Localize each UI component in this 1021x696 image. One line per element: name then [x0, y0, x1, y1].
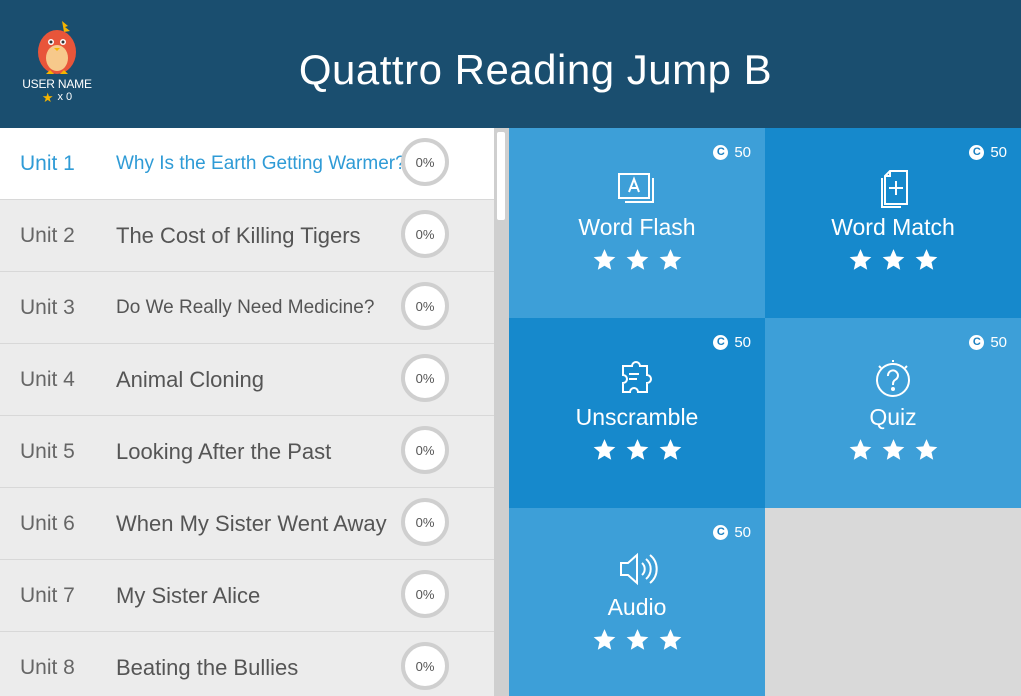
unit-number: Unit 8	[20, 656, 75, 679]
unit-title: Why Is the Earth Getting Warmer?	[116, 153, 406, 174]
puzzle-icon	[622, 361, 652, 393]
progress-ring: 0%	[401, 570, 449, 618]
unit-title: Do We Really Need Medicine?	[116, 297, 375, 318]
unit-number: Unit 3	[20, 296, 75, 319]
coin-icon: C	[969, 145, 985, 160]
unit-row-6[interactable]: Unit 6 When My Sister Went Away 0%	[0, 488, 494, 560]
unit-title: Animal Cloning	[116, 367, 264, 392]
star-icon	[659, 249, 681, 270]
unit-title: The Cost of Killing Tigers	[116, 223, 361, 248]
coin-icon: C	[713, 145, 729, 160]
unit-title: My Sister Alice	[116, 583, 261, 608]
unit-row-1[interactable]: Unit 1 Why Is the Earth Getting Warmer? …	[0, 128, 494, 200]
activity-audio[interactable]: C 50 Audio	[509, 508, 765, 696]
coin-reward: C 50	[969, 144, 1007, 161]
star-rating	[765, 437, 1021, 463]
unit-list: Unit 1 Why Is the Earth Getting Warmer? …	[0, 128, 494, 696]
unit-row-3[interactable]: Unit 3 Do We Really Need Medicine? 0%	[0, 272, 494, 344]
progress-ring: 0%	[401, 426, 449, 474]
coin-value: 50	[734, 334, 751, 351]
progress-ring: 0%	[401, 498, 449, 546]
activity-quiz[interactable]: C 50 Quiz	[765, 318, 1021, 508]
unit-row-2[interactable]: Unit 2 The Cost of Killing Tigers 0%	[0, 200, 494, 272]
star-rating	[765, 247, 1021, 273]
page-title: Quattro Reading Jump B	[298, 46, 773, 93]
activity-word-flash[interactable]: C 50 Word Flash	[509, 128, 765, 318]
star-icon	[659, 629, 681, 650]
unit-row-4[interactable]: Unit 4 Animal Cloning 0%	[0, 344, 494, 416]
user-star-count: ★ x 0	[18, 91, 96, 104]
star-icon	[593, 439, 615, 460]
unit-row-8[interactable]: Unit 8 Beating the Bullies 0%	[0, 632, 494, 696]
coin-value: 50	[734, 524, 751, 541]
coin-reward: C 50	[713, 334, 751, 351]
progress-ring: 0%	[401, 282, 449, 330]
unit-number: Unit 5	[20, 440, 75, 463]
scroll-thumb[interactable]	[497, 132, 505, 220]
star-icon	[882, 439, 904, 460]
activity-grid: C 50 Word Flash C 50 Word Match C 50 Uns…	[509, 128, 1021, 696]
star-icon: ★	[41, 90, 54, 105]
question-icon	[876, 360, 910, 397]
coin-reward: C 50	[713, 144, 751, 161]
unit-title: Beating the Bullies	[116, 655, 299, 680]
star-rating	[509, 627, 765, 653]
word-flash-icon	[618, 173, 654, 203]
coin-reward: C 50	[713, 524, 751, 541]
unit-row-7[interactable]: Unit 7 My Sister Alice 0%	[0, 560, 494, 632]
coin-icon: C	[713, 335, 729, 350]
mascot-icon	[38, 21, 76, 74]
star-icon	[915, 439, 937, 460]
activity-label: Unscramble	[575, 404, 699, 430]
coin-value: 50	[734, 144, 751, 161]
user-name: USER NAME	[22, 77, 92, 91]
unit-list-scrollbar[interactable]	[494, 128, 509, 696]
progress-ring: 0%	[401, 138, 449, 186]
coin-value: 50	[990, 144, 1007, 161]
unit-title: Looking After the Past	[116, 439, 332, 464]
star-rating	[509, 247, 765, 273]
star-icon	[659, 439, 681, 460]
unit-row-5[interactable]: Unit 5 Looking After the Past 0%	[0, 416, 494, 488]
activity-label: Word Match	[831, 214, 955, 240]
coin-icon: C	[969, 335, 985, 350]
star-rating	[509, 437, 765, 463]
star-icon	[593, 629, 615, 650]
progress-ring: 0%	[401, 354, 449, 402]
unit-number: Unit 2	[20, 224, 75, 247]
app-header: USER NAME ★ x 0 Quattro Reading Jump B	[0, 0, 1021, 128]
unit-number: Unit 6	[20, 512, 75, 535]
star-icon	[849, 249, 871, 270]
activity-label: Word Flash	[578, 214, 696, 240]
word-match-icon	[881, 170, 908, 208]
activity-word-match[interactable]: C 50 Word Match	[765, 128, 1021, 318]
coin-value: 50	[990, 334, 1007, 351]
activity-label: Quiz	[869, 404, 917, 430]
activity-unscramble[interactable]: C 50 Unscramble	[509, 318, 765, 508]
star-icon	[626, 629, 648, 650]
activity-label: Audio	[607, 594, 667, 620]
unit-number: Unit 4	[20, 368, 75, 391]
star-icon	[849, 439, 871, 460]
star-icon	[626, 249, 648, 270]
speaker-icon	[620, 552, 658, 586]
star-count-text: x 0	[57, 91, 73, 103]
user-profile[interactable]: USER NAME ★ x 0	[18, 18, 96, 104]
progress-ring: 0%	[401, 210, 449, 258]
star-icon	[882, 249, 904, 270]
progress-ring: 0%	[401, 642, 449, 690]
unit-number: Unit 7	[20, 584, 75, 607]
star-icon	[593, 249, 615, 270]
unit-title: When My Sister Went Away	[116, 511, 387, 536]
coin-icon: C	[713, 525, 729, 540]
star-icon	[915, 249, 937, 270]
unit-number: Unit 1	[20, 152, 75, 175]
star-icon	[626, 439, 648, 460]
coin-reward: C 50	[969, 334, 1007, 351]
